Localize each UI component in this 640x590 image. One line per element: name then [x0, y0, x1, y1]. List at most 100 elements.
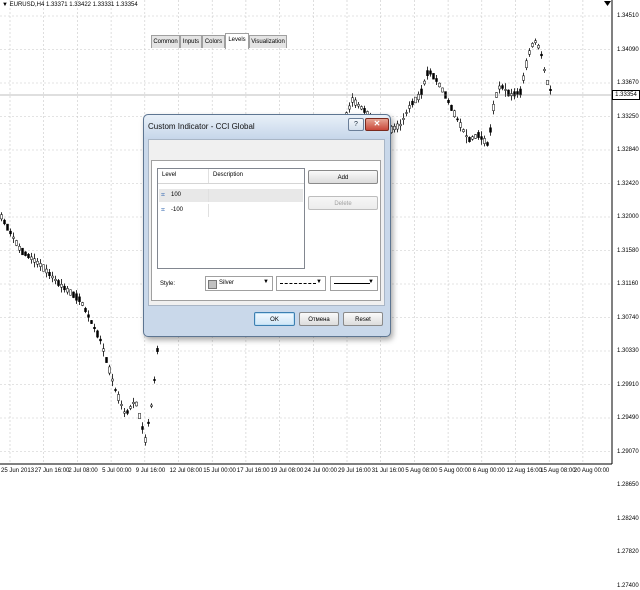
time-tick-label: 2 Jul 08:00 — [68, 468, 98, 474]
add-level-button[interactable]: Add — [308, 170, 378, 184]
candle-body — [537, 45, 540, 49]
time-tick-label: 15 Aug 08:00 — [540, 468, 576, 474]
candle-body — [528, 50, 531, 55]
candle-body — [102, 348, 105, 352]
ok-button[interactable]: OK — [254, 312, 295, 326]
level-value[interactable]: 100 — [171, 189, 181, 202]
candle-body — [126, 410, 129, 414]
candle-body — [33, 258, 36, 263]
dialog-titlebar[interactable]: Custom Indicator - CCI Global ? ✕ — [144, 115, 390, 139]
candle-body — [468, 137, 471, 142]
line-style-select[interactable]: ▼ — [276, 276, 326, 291]
time-tick-label: 24 Jul 00:00 — [304, 468, 337, 474]
price-tick-label: 1.32420 — [617, 180, 639, 187]
price-tick-label: 1.32000 — [617, 214, 639, 220]
color-select[interactable]: Silver ▼ — [205, 276, 273, 291]
time-tick-label: 15 Jul 00:00 — [203, 468, 236, 474]
candle-body — [12, 236, 15, 239]
reset-button[interactable]: Reset — [343, 312, 383, 326]
tab-visualization[interactable]: Visualization — [249, 35, 287, 48]
candle-body — [462, 129, 465, 132]
chart-shift-marker-icon — [604, 1, 611, 6]
candle-body — [96, 330, 99, 338]
candle-body — [105, 357, 108, 363]
time-tick-label: 6 Aug 00:00 — [472, 468, 505, 474]
candle-body — [435, 78, 438, 82]
candle-body — [45, 268, 48, 274]
candle-body — [411, 100, 414, 106]
candle-body — [429, 70, 432, 75]
levels-list[interactable]: Level Description ⌗ 100 ⌗ -100 — [157, 168, 305, 269]
time-tick-label: 5 Jul 00:00 — [102, 468, 132, 474]
candle-body — [117, 394, 120, 401]
candle-body — [99, 338, 102, 342]
candle-body — [525, 60, 528, 68]
candle-body — [360, 106, 363, 110]
candle-body — [474, 134, 477, 139]
price-tick-label: 1.29070 — [617, 448, 639, 455]
candle-body — [519, 88, 522, 96]
candle-body — [42, 264, 45, 272]
time-tick-label: 5 Aug 00:00 — [439, 468, 472, 474]
candle-body — [414, 96, 417, 104]
line-width-select[interactable]: ▼ — [330, 276, 378, 291]
time-tick-label: 19 Jul 08:00 — [270, 468, 304, 474]
level-description[interactable] — [208, 204, 304, 217]
candle-body — [456, 118, 459, 121]
candle-body — [111, 378, 114, 382]
candle-body — [408, 105, 411, 109]
tab-colors[interactable]: Colors — [202, 35, 225, 48]
candle-body — [447, 99, 450, 103]
help-button[interactable]: ? — [348, 118, 364, 131]
color-value: Silver — [219, 280, 235, 286]
candle-body — [132, 401, 135, 405]
candle-body — [48, 272, 51, 276]
candle-body — [477, 132, 480, 138]
candle-body — [546, 79, 549, 86]
candle-body — [153, 379, 156, 381]
tab-common[interactable]: Common — [151, 35, 180, 48]
time-tick-label: 17 Jul 16:00 — [236, 468, 270, 474]
candle-body — [0, 214, 3, 220]
candle-body — [9, 230, 12, 235]
dialog-title: Custom Indicator - CCI Global — [148, 122, 255, 131]
candle-body — [39, 263, 42, 267]
delete-level-button[interactable]: Delete — [308, 196, 378, 210]
candle-body — [156, 348, 159, 352]
column-description[interactable]: Description — [213, 172, 243, 178]
cancel-button[interactable]: Отмена — [299, 312, 339, 326]
tab-inputs[interactable]: Inputs — [180, 35, 202, 48]
price-tick-label: 1.32840 — [617, 147, 639, 153]
candle-body — [108, 366, 111, 374]
level-description[interactable] — [208, 189, 304, 202]
time-tick-label: 12 Jul 08:00 — [169, 468, 203, 474]
candle-body — [63, 285, 66, 291]
candle-body — [423, 80, 426, 85]
price-tick-label: 1.34090 — [617, 46, 639, 53]
candle-body — [90, 320, 93, 324]
candle-body — [543, 69, 546, 71]
color-swatch — [208, 280, 217, 289]
candle-body — [141, 426, 144, 430]
tab-levels[interactable]: Levels — [225, 33, 249, 49]
candle-body — [489, 127, 492, 133]
price-tick-label: 1.30740 — [617, 314, 639, 321]
close-button[interactable]: ✕ — [365, 118, 389, 131]
candle-body — [540, 53, 543, 57]
candle-body — [36, 261, 39, 265]
candle-body — [123, 411, 126, 414]
candle-body — [549, 89, 552, 91]
level-icon: ⌗ — [161, 207, 165, 214]
price-tick-label: 1.29490 — [617, 415, 639, 421]
level-row[interactable]: ⌗ 100 — [159, 189, 303, 202]
candle-body — [138, 412, 141, 420]
level-row[interactable]: ⌗ -100 — [159, 204, 303, 217]
candle-body — [15, 240, 18, 246]
candle-body — [348, 105, 351, 110]
candle-body — [69, 289, 72, 296]
candle-body — [453, 110, 456, 118]
price-tick-label: 1.27820 — [617, 549, 639, 555]
candle-body — [471, 136, 474, 140]
column-level[interactable]: Level — [162, 172, 176, 178]
level-value[interactable]: -100 — [171, 204, 183, 217]
